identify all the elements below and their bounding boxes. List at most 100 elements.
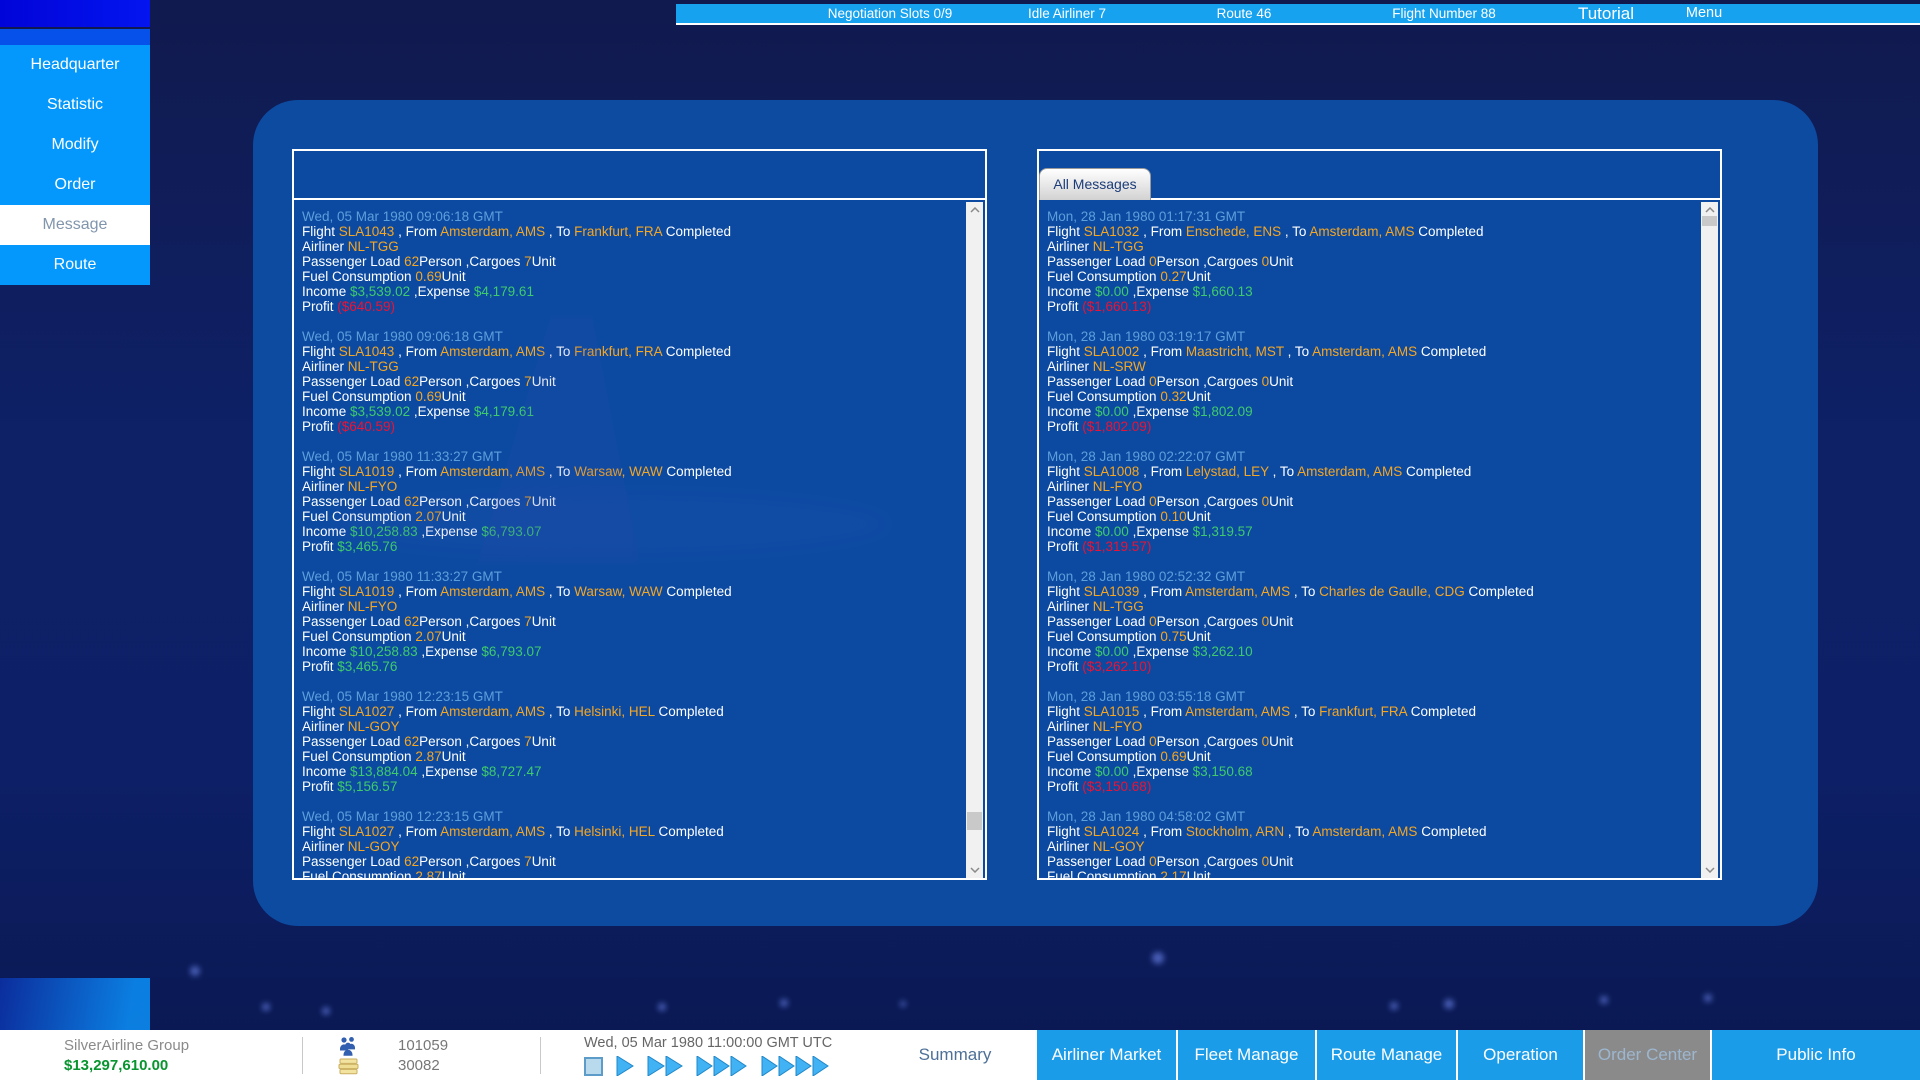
message-airliner-line: Airliner NL-TGG [302, 359, 959, 374]
scrollbar-thumb[interactable] [967, 812, 982, 830]
passenger-count: 62 [404, 854, 419, 869]
profit-amount: $3,465.76 [337, 539, 397, 554]
airliner-registration: NL-FYO [1093, 479, 1143, 494]
income-amount: $0.00 [1095, 764, 1129, 779]
income-amount: $10,258.83 [350, 524, 418, 539]
sidebar-menu: HeadquarterStatisticModifyOrderMessageRo… [0, 45, 150, 285]
message-datetime: Wed, 05 Mar 1980 12:23:15 GMT [302, 689, 959, 704]
fuel-amount: 0.27 [1160, 269, 1186, 284]
play-1x-button[interactable] [616, 1056, 634, 1076]
message-fuel-line: Fuel Consumption 0.69Unit [302, 269, 959, 284]
origin-airport: Amsterdam, AMS [1185, 584, 1290, 599]
nav-button-operation[interactable]: Operation [1456, 1030, 1583, 1080]
message-load-line: Passenger Load 62Person ,Cargoes 7Unit [302, 374, 959, 389]
message: Mon, 28 Jan 1980 03:55:18 GMT Flight SLA… [1047, 689, 1694, 794]
flight-number: SLA1043 [339, 224, 395, 239]
nav-button-airliner-market[interactable]: Airliner Market [1037, 1030, 1176, 1080]
play-2x-button[interactable] [647, 1056, 683, 1076]
play-4x-button[interactable] [761, 1056, 831, 1076]
nav-button-public-info[interactable]: Public Info [1710, 1030, 1920, 1080]
sidebar-item-order[interactable]: Order [0, 165, 150, 205]
message-load-line: Passenger Load 62Person ,Cargoes 7Unit [302, 734, 959, 749]
tab-all-messages[interactable]: All Messages [1039, 168, 1151, 200]
passenger-count: 0 [1149, 494, 1157, 509]
destination-airport: Warsaw, WAW [574, 584, 663, 599]
sidebar-item-route[interactable]: Route [0, 245, 150, 285]
negotiation-slots-status: Negotiation Slots 0/9 [828, 4, 953, 23]
route-count-status: Route 46 [1217, 4, 1272, 23]
passenger-count: 0 [1149, 254, 1157, 269]
airliner-registration: NL-GOY [1093, 839, 1145, 854]
cash-icon [336, 1058, 360, 1075]
origin-airport: Amsterdam, AMS [1185, 704, 1290, 719]
destination-airport: Amsterdam, AMS [1312, 824, 1417, 839]
message-income-line: Income $3,539.02 ,Expense $4,179.61 [302, 404, 959, 419]
sidebar-item-headquarter[interactable]: Headquarter [0, 45, 150, 85]
scrollbar-up-button[interactable] [966, 202, 983, 218]
flight-number: SLA1002 [1084, 344, 1140, 359]
flight-number-status: Flight Number 88 [1392, 4, 1496, 23]
airliner-registration: NL-GOY [348, 719, 400, 734]
destination-airport: Helsinki, HEL [574, 824, 655, 839]
sidebar-item-statistic[interactable]: Statistic [0, 85, 150, 125]
scrollbar[interactable] [1701, 202, 1718, 878]
play-faster-icon [696, 1056, 748, 1076]
airliner-registration: NL-SRW [1093, 359, 1146, 374]
flight-status: Completed [663, 464, 732, 479]
origin-airport: Enschede, ENS [1186, 224, 1281, 239]
nav-button-order-center[interactable]: Order Center [1583, 1030, 1710, 1080]
message-airliner-line: Airliner NL-FYO [1047, 719, 1694, 734]
message-profit-line: Profit ($3,262.10) [1047, 659, 1694, 674]
expense-amount: $6,793.07 [481, 644, 541, 659]
play-3x-button[interactable] [696, 1056, 748, 1076]
airliner-registration: NL-TGG [1093, 239, 1144, 254]
origin-airport: Amsterdam, AMS [440, 704, 545, 719]
menu-button[interactable]: Menu [1686, 4, 1722, 23]
airliner-registration: NL-TGG [348, 239, 399, 254]
scrollbar[interactable] [966, 202, 983, 878]
sidebar-item-message[interactable]: Message [0, 205, 150, 245]
nav-button-route-manage[interactable]: Route Manage [1315, 1030, 1456, 1080]
destination-airport: Warsaw, WAW [574, 464, 663, 479]
airliner-registration: NL-TGG [348, 359, 399, 374]
message-datetime: Mon, 28 Jan 1980 03:19:17 GMT [1047, 329, 1694, 344]
cargo-count: 7 [524, 854, 532, 869]
message: Wed, 05 Mar 1980 11:33:27 GMT Flight SLA… [302, 569, 959, 674]
passenger-count: 0 [1149, 374, 1157, 389]
origin-airport: Maastricht, MST [1186, 344, 1284, 359]
message: Wed, 05 Mar 1980 12:23:15 GMT Flight SLA… [302, 689, 959, 794]
pause-button[interactable] [584, 1057, 603, 1076]
profit-amount: $5,156.57 [337, 779, 397, 794]
message-flight-line: Flight SLA1043 , From Amsterdam, AMS , T… [302, 344, 959, 359]
message-fuel-line: Fuel Consumption 0.75Unit [1047, 629, 1694, 644]
message-flight-line: Flight SLA1008 , From Lelystad, LEY , To… [1047, 464, 1694, 479]
fuel-amount: 2.07 [415, 509, 441, 524]
message-load-line: Passenger Load 0Person ,Cargoes 0Unit [1047, 734, 1694, 749]
scrollbar-thumb[interactable] [1702, 216, 1717, 226]
divider [540, 1037, 541, 1074]
panel-header: All Messages [1039, 151, 1720, 200]
message-airliner-line: Airliner NL-FYO [1047, 479, 1694, 494]
flight-status: Completed [662, 344, 731, 359]
message-airliner-line: Airliner NL-FYO [302, 599, 959, 614]
scrollbar-down-button[interactable] [966, 862, 983, 878]
nav-button-fleet-manage[interactable]: Fleet Manage [1176, 1030, 1315, 1080]
message-fuel-line: Fuel Consumption 0.32Unit [1047, 389, 1694, 404]
scrollbar-down-button[interactable] [1701, 862, 1718, 878]
profit-amount: ($1,660.13) [1082, 299, 1151, 314]
passenger-count: 62 [404, 734, 419, 749]
fuel-amount: 0.69 [1160, 749, 1186, 764]
message-airliner-line: Airliner NL-FYO [302, 479, 959, 494]
flight-status: Completed [1414, 224, 1483, 239]
origin-airport: Amsterdam, AMS [440, 824, 545, 839]
message-datetime: Mon, 28 Jan 1980 04:58:02 GMT [1047, 809, 1694, 824]
profit-amount: ($1,319.57) [1082, 539, 1151, 554]
message-income-line: Income $0.00 ,Expense $3,150.68 [1047, 764, 1694, 779]
summary-button[interactable]: Summary [905, 1045, 1005, 1065]
sidebar-item-modify[interactable]: Modify [0, 125, 150, 165]
message-flight-line: Flight SLA1019 , From Amsterdam, AMS , T… [302, 464, 959, 479]
fuel-amount: 0.69 [415, 389, 441, 404]
play-fast-icon [647, 1056, 683, 1076]
profit-amount: ($640.59) [337, 299, 395, 314]
tutorial-button[interactable]: Tutorial [1578, 4, 1634, 23]
